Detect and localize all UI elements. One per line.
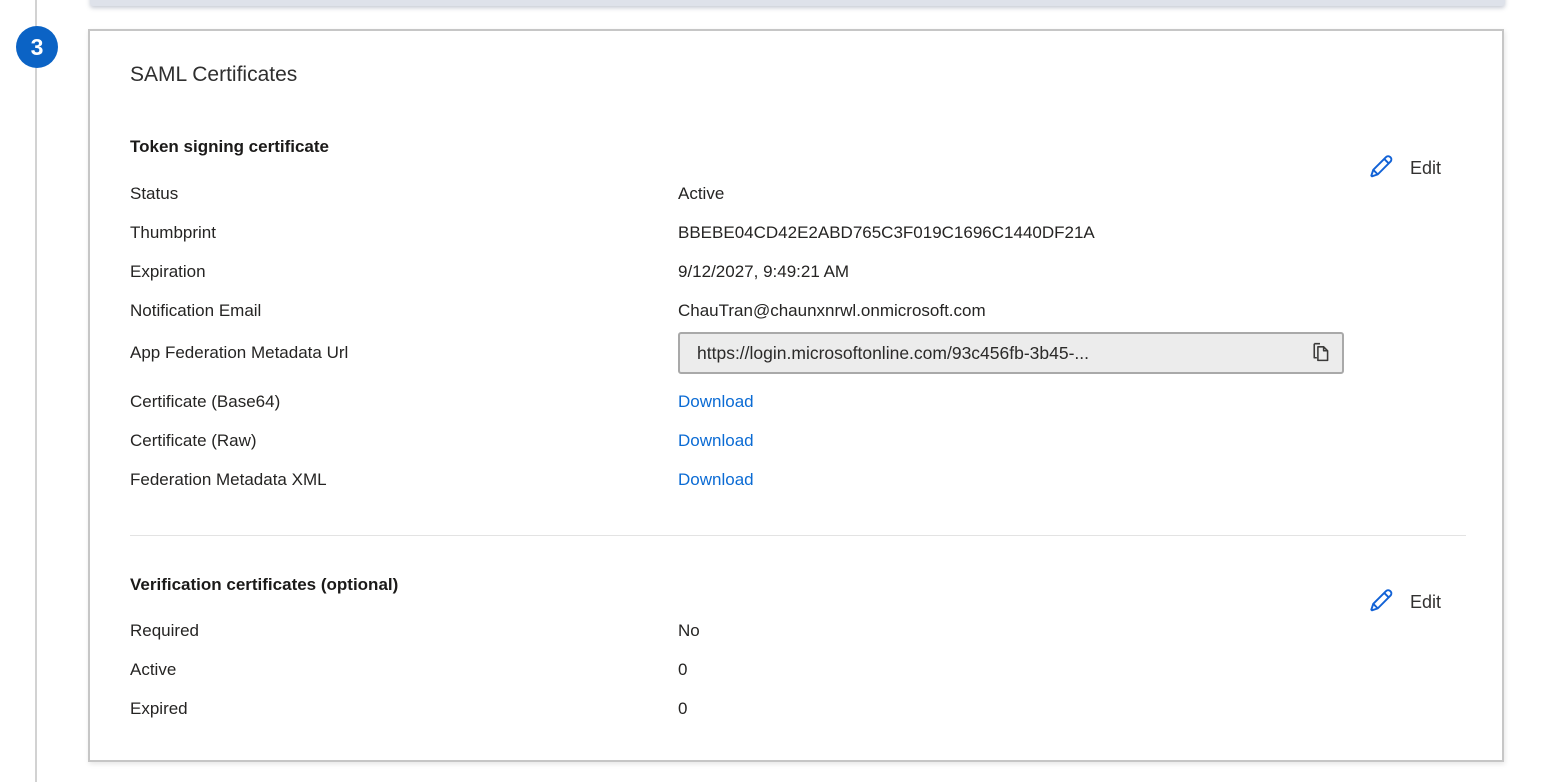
- expired-count-row: Expired 0: [130, 689, 1462, 728]
- section-divider: [130, 535, 1466, 536]
- token-signing-heading: Token signing certificate: [130, 135, 1462, 159]
- app-federation-metadata-url-row: App Federation Metadata Url https://logi…: [130, 330, 1462, 376]
- download-certificate-raw-link[interactable]: Download: [678, 431, 754, 450]
- certificate-raw-row: Certificate (Raw) Download: [130, 421, 1462, 460]
- federation-metadata-xml-row: Federation Metadata XML Download: [130, 460, 1462, 499]
- row-label: Certificate (Base64): [130, 392, 678, 412]
- row-label: App Federation Metadata Url: [130, 343, 678, 363]
- step-number-badge: 3: [16, 26, 58, 68]
- row-value: 0: [678, 699, 1462, 719]
- row-label: Certificate (Raw): [130, 431, 678, 451]
- row-label: Active: [130, 660, 678, 680]
- edit-button-label: Edit: [1410, 592, 1441, 613]
- row-label: Federation Metadata XML: [130, 470, 678, 490]
- row-label: Thumbprint: [130, 223, 678, 243]
- step-connector-line: [35, 0, 37, 782]
- row-value: Active: [678, 184, 1462, 204]
- pencil-edit-icon: [1365, 151, 1396, 185]
- token-signing-rows: Status Active Thumbprint BBEBE04CD42E2AB…: [130, 174, 1462, 499]
- verification-certificates-edit-button[interactable]: Edit: [1359, 581, 1447, 623]
- edit-button-label: Edit: [1410, 158, 1441, 179]
- row-label: Notification Email: [130, 301, 678, 321]
- saml-sso-page-section: 3 SAML Certificates Token signing certif…: [0, 0, 1544, 782]
- verification-rows: Required No Active 0 Expired 0: [130, 611, 1462, 728]
- metadata-url-field[interactable]: https://login.microsoftonline.com/93c456…: [678, 332, 1344, 374]
- download-certificate-base64-link[interactable]: Download: [678, 392, 754, 411]
- saml-certificates-card: SAML Certificates Token signing certific…: [88, 29, 1504, 762]
- row-value: ChauTran@chaunxnrwl.onmicrosoft.com: [678, 301, 1462, 321]
- row-label: Status: [130, 184, 678, 204]
- pencil-edit-icon: [1365, 585, 1396, 619]
- required-row: Required No: [130, 611, 1462, 650]
- download-federation-metadata-xml-link[interactable]: Download: [678, 470, 754, 489]
- row-value: BBEBE04CD42E2ABD765C3F019C1696C1440DF21A: [678, 223, 1462, 243]
- thumbprint-row: Thumbprint BBEBE04CD42E2ABD765C3F019C169…: [130, 213, 1462, 252]
- token-signing-edit-button[interactable]: Edit: [1359, 147, 1447, 189]
- certificate-base64-row: Certificate (Base64) Download: [130, 382, 1462, 421]
- row-label: Expired: [130, 699, 678, 719]
- previous-card-bottom-edge: [90, 0, 1505, 6]
- row-label: Expiration: [130, 262, 678, 282]
- row-label: Required: [130, 621, 678, 641]
- verification-certificates-heading: Verification certificates (optional): [130, 573, 1462, 597]
- expiration-row: Expiration 9/12/2027, 9:49:21 AM: [130, 252, 1462, 291]
- row-value: No: [678, 621, 1462, 641]
- copy-icon: [1309, 339, 1332, 367]
- active-count-row: Active 0: [130, 650, 1462, 689]
- step-number: 3: [31, 34, 44, 61]
- row-value: 0: [678, 660, 1462, 680]
- status-row: Status Active: [130, 174, 1462, 213]
- row-value: https://login.microsoftonline.com/93c456…: [678, 332, 1462, 374]
- notification-email-row: Notification Email ChauTran@chaunxnrwl.o…: [130, 291, 1462, 330]
- card-title: SAML Certificates: [130, 61, 1462, 89]
- copy-url-button[interactable]: [1309, 339, 1332, 367]
- metadata-url-text: https://login.microsoftonline.com/93c456…: [697, 343, 1301, 364]
- row-value: 9/12/2027, 9:49:21 AM: [678, 262, 1462, 282]
